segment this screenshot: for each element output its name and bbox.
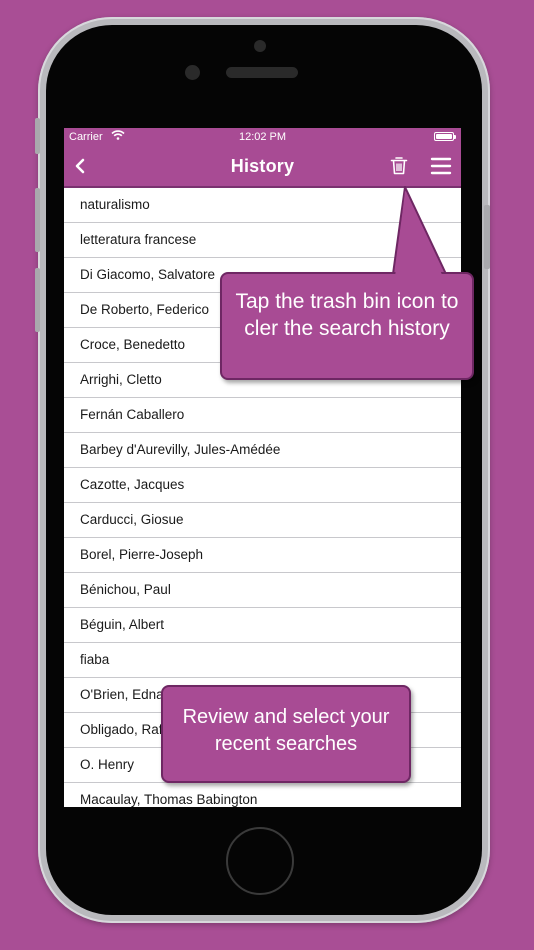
history-item[interactable]: Carducci, Giosue (64, 503, 461, 538)
menu-button[interactable] (428, 154, 454, 178)
history-item[interactable]: Fernán Caballero (64, 398, 461, 433)
trash-tip-callout: Tap the trash bin icon to cler the searc… (220, 272, 474, 380)
proximity-sensor (185, 65, 200, 80)
history-item[interactable]: Cazotte, Jacques (64, 468, 461, 503)
history-item[interactable]: naturalismo (64, 188, 461, 223)
history-item[interactable]: Barbey d'Aurevilly, Jules-Amédée (64, 433, 461, 468)
status-time: 12:02 PM (238, 131, 287, 143)
trash-icon (390, 157, 408, 175)
history-item[interactable]: fiaba (64, 643, 461, 678)
recent-searches-text: Review and select your recent searches (182, 706, 390, 755)
clear-history-button[interactable] (387, 154, 411, 178)
battery-icon (434, 132, 456, 141)
history-item[interactable]: Borel, Pierre-Joseph (64, 538, 461, 573)
earpiece-speaker (226, 67, 298, 78)
front-camera (254, 40, 266, 52)
trash-tip-text: Tap the trash bin icon to cler the searc… (235, 290, 459, 340)
silent-switch (35, 118, 40, 154)
recent-searches-callout: Review and select your recent searches (161, 685, 411, 783)
status-bar: Carrier 12:02 PM (64, 128, 461, 146)
volume-down-button (35, 268, 40, 332)
power-button (484, 205, 490, 269)
history-item[interactable]: Macaulay, Thomas Babington (64, 783, 461, 807)
history-item[interactable]: Béguin, Albert (64, 608, 461, 643)
volume-up-button (35, 188, 40, 252)
hamburger-menu-icon (430, 157, 452, 175)
navigation-bar: History (64, 146, 461, 188)
history-item[interactable]: letteratura francese (64, 223, 461, 258)
history-item[interactable]: Bénichou, Paul (64, 573, 461, 608)
home-button[interactable] (226, 827, 294, 895)
